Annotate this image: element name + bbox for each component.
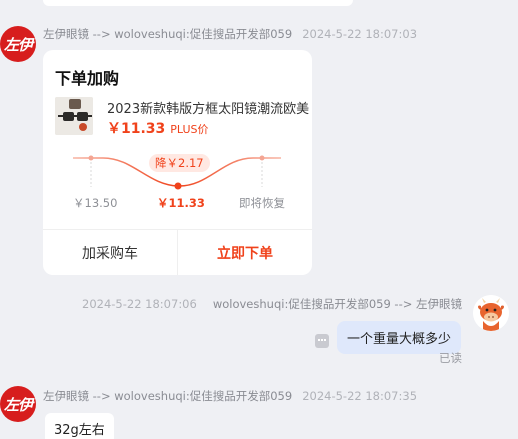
avatar-brand-text: 左伊 <box>3 35 33 54</box>
order-card: 下单加购 2023新款韩版方框太阳镜潮流欧美 ￥11.33 PLUS价 降￥2.… <box>43 50 312 275</box>
message-2-time: 2024-5-22 18:07:06 <box>82 297 197 311</box>
product-thumbnail[interactable] <box>55 97 93 135</box>
message-3-time: 2024-5-22 18:07:35 <box>302 389 418 403</box>
price-tag: PLUS价 <box>170 123 209 136</box>
price-drop-badge: 降￥2.17 <box>149 154 210 172</box>
message-status-icon[interactable] <box>315 334 329 348</box>
product-price-row: ￥11.33 PLUS价 <box>107 118 209 138</box>
sunglasses-icon <box>55 97 93 135</box>
cow-avatar-icon <box>473 295 509 331</box>
price-now-label: ￥11.33 <box>157 196 205 210</box>
message-1-time: 2024-5-22 18:07:03 <box>302 27 418 41</box>
message-2-meta: 2024-5-22 18:07:06 woloveshuqi:促佳搜品开发部059… <box>82 296 462 312</box>
message-status-glyph <box>318 339 326 341</box>
message-3-sender: 左伊眼镜 --> woloveshuqi:促佳搜品开发部059 <box>43 389 293 403</box>
message-1-sender: 左伊眼镜 --> woloveshuqi:促佳搜品开发部059 <box>43 27 293 41</box>
price-before-point <box>88 155 94 161</box>
message-3-meta: 左伊眼镜 --> woloveshuqi:促佳搜品开发部059 2024-5-22… <box>43 388 417 404</box>
price-before-label: ￥13.50 <box>73 196 118 210</box>
avatar-brand-text-2: 左伊 <box>3 395 33 414</box>
message-2-read-status: 已读 <box>439 351 462 365</box>
message-3-bubble[interactable]: 32g左右 <box>45 413 114 439</box>
price-now-point <box>174 182 182 190</box>
user-avatar[interactable] <box>473 295 509 331</box>
sender-avatar-brand-2[interactable]: 左伊 <box>0 386 36 422</box>
message-2-sender: woloveshuqi:促佳搜品开发部059 --> 左伊眼镜 <box>212 297 463 311</box>
product-price: ￥11.33 <box>107 121 166 137</box>
buy-now-button[interactable]: 立即下单 <box>178 230 312 275</box>
message-1-meta: 左伊眼镜 --> woloveshuqi:促佳搜品开发部059 2024-5-22… <box>43 26 417 42</box>
price-after-point <box>259 155 265 161</box>
price-after-label: 即将恢复 <box>239 196 285 210</box>
order-card-title: 下单加购 <box>55 69 120 88</box>
product-name[interactable]: 2023新款韩版方框太阳镜潮流欧美 <box>107 98 312 117</box>
previous-message-bubble <box>43 0 353 6</box>
add-to-cart-button[interactable]: 加采购车 <box>43 230 177 275</box>
sender-avatar-brand[interactable]: 左伊 <box>0 26 36 62</box>
